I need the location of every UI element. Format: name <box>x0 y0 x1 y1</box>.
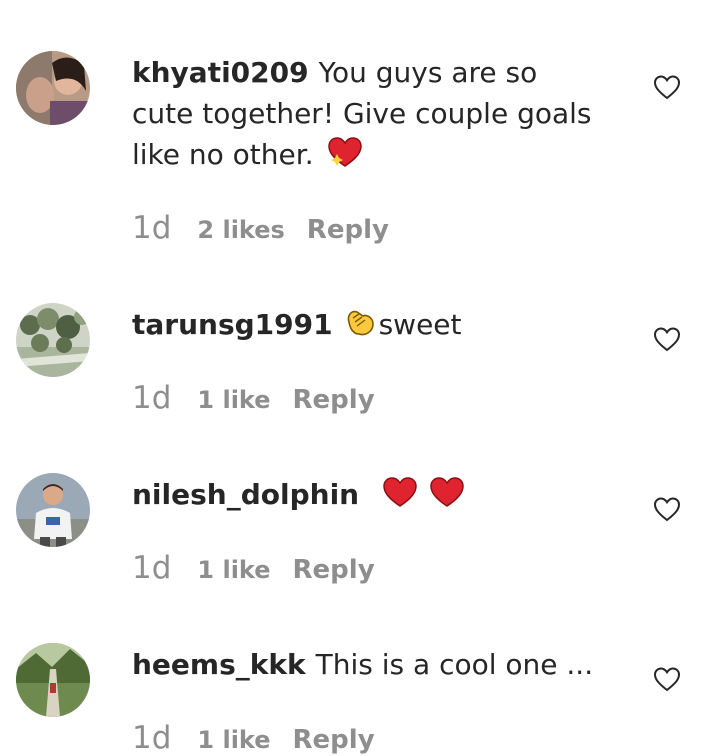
comment-username[interactable]: khyati0209 <box>132 56 309 89</box>
comment-meta: 1d 1 like Reply <box>132 720 375 756</box>
heart-outline-icon <box>653 667 681 692</box>
like-comment-button[interactable] <box>652 72 682 102</box>
comment-body: khyati0209 You guys are so cute together!… <box>132 52 602 179</box>
comment-username[interactable]: nilesh_dolphin <box>132 478 359 511</box>
comment-timestamp[interactable]: 1d <box>132 380 171 416</box>
comment-body: heems_kkk This is a cool one ... <box>132 644 602 685</box>
like-comment-button[interactable] <box>652 494 682 524</box>
reply-button[interactable]: Reply <box>293 385 375 415</box>
reply-button[interactable]: Reply <box>307 215 389 245</box>
comment-meta: 1d 2 likes Reply <box>132 210 389 246</box>
comment-timestamp[interactable]: 1d <box>132 210 171 246</box>
red-heart-icon <box>382 476 418 519</box>
comment-body: tarunsg1991 sweet <box>132 304 602 349</box>
comment-username[interactable]: heems_kkk <box>132 648 306 681</box>
comment-meta: 1d 1 like Reply <box>132 550 375 586</box>
comment-username[interactable]: tarunsg1991 <box>132 308 333 341</box>
reply-button[interactable]: Reply <box>293 555 375 585</box>
avatar[interactable] <box>16 643 90 717</box>
red-heart-icon <box>429 476 465 519</box>
avatar[interactable] <box>16 473 90 547</box>
avatar-image <box>16 303 90 377</box>
heart-outline-icon <box>653 327 681 352</box>
comment-timestamp[interactable]: 1d <box>132 550 171 586</box>
avatar-image <box>16 643 90 717</box>
comment-meta: 1d 1 like Reply <box>132 380 375 416</box>
heart-outline-icon <box>653 497 681 522</box>
comment-body: nilesh_dolphin <box>132 474 602 519</box>
avatar-image <box>16 51 90 125</box>
comment-text: This is a cool one ... <box>315 648 594 681</box>
comment-text: sweet <box>378 308 462 341</box>
heart-outline-icon <box>653 75 681 100</box>
avatar-image <box>16 473 90 547</box>
comment-likes[interactable]: 1 like <box>197 386 270 414</box>
like-comment-button[interactable] <box>652 664 682 694</box>
avatar[interactable] <box>16 303 90 377</box>
comment-likes[interactable]: 2 likes <box>197 216 284 244</box>
comment-timestamp[interactable]: 1d <box>132 720 171 756</box>
reply-button[interactable]: Reply <box>293 725 375 755</box>
comment-likes[interactable]: 1 like <box>197 556 270 584</box>
sparkling-heart-icon <box>327 136 363 179</box>
clapping-hands-icon <box>343 304 377 349</box>
avatar[interactable] <box>16 51 90 125</box>
comment-likes[interactable]: 1 like <box>197 726 270 754</box>
like-comment-button[interactable] <box>652 324 682 354</box>
